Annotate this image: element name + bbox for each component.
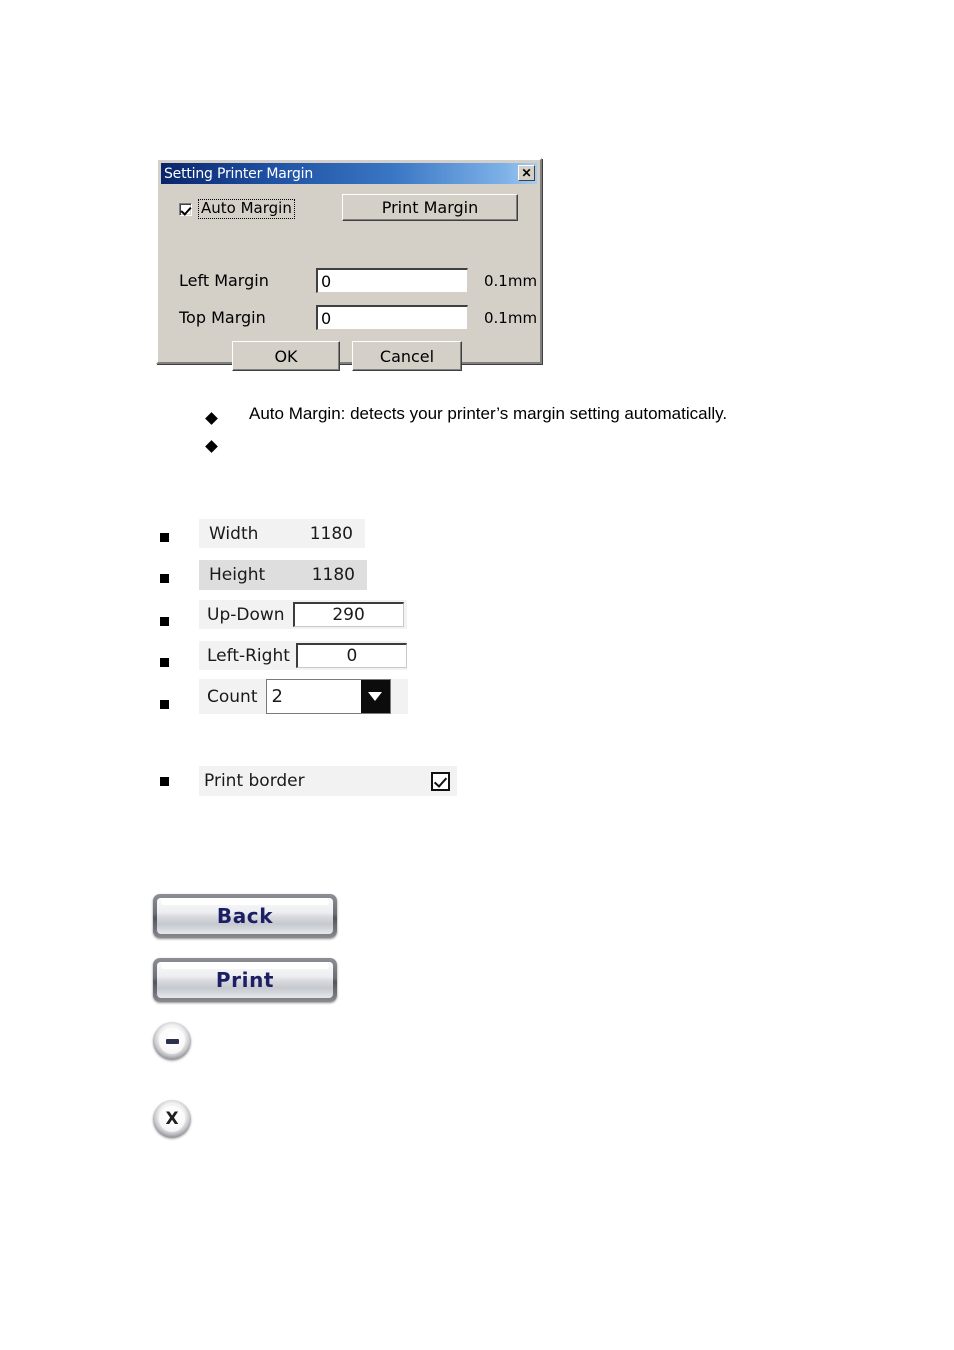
cancel-button[interactable]: Cancel	[352, 341, 462, 371]
count-value: 2	[271, 686, 283, 707]
height-value: 1180	[311, 565, 355, 585]
x-glyph-icon: X	[165, 1108, 179, 1129]
square-bullet-icon	[160, 533, 169, 542]
square-bullet-icon	[160, 777, 169, 786]
print-margin-button[interactable]: Print Margin	[342, 194, 518, 221]
back-button-label: Back	[216, 904, 274, 928]
square-bullet-icon	[160, 658, 169, 667]
width-value: 1180	[309, 523, 353, 544]
ok-button[interactable]: OK	[232, 341, 340, 371]
back-button[interactable]: Back	[153, 894, 337, 938]
left-margin-label: Left Margin	[179, 271, 269, 290]
width-field: Width 1180	[199, 519, 365, 548]
left-right-row: Left-Right 0	[199, 641, 407, 670]
print-border-label: Print border	[204, 771, 305, 791]
count-label: Count	[207, 686, 258, 707]
square-bullet-icon	[160, 617, 169, 626]
width-label: Width	[209, 523, 259, 544]
auto-margin-checkbox[interactable]	[179, 202, 192, 216]
minimize-icon-button[interactable]	[153, 1022, 191, 1060]
left-margin-input[interactable]: 0	[316, 268, 468, 293]
close-icon-button[interactable]: X	[153, 1100, 191, 1138]
note-item-1: Auto Margin: detects your printer’s marg…	[207, 404, 727, 424]
chevron-down-icon[interactable]	[360, 680, 390, 713]
print-border-row: Print border	[199, 766, 457, 796]
count-dropdown[interactable]: 2	[265, 679, 391, 714]
note-text-1: Auto Margin: detects your printer’s marg…	[249, 404, 728, 423]
minus-glyph-icon	[165, 1038, 179, 1044]
top-margin-label: Top Margin	[179, 308, 266, 327]
height-label: Height	[209, 565, 266, 585]
close-x-icon: X	[159, 1106, 185, 1132]
back-button-face: Back	[157, 898, 333, 934]
up-down-label: Up-Down	[207, 604, 285, 625]
dialog-titlebar[interactable]: Setting Printer Margin ✕	[161, 163, 537, 184]
up-down-row: Up-Down 290	[199, 600, 407, 629]
print-button[interactable]: Print	[153, 958, 337, 1002]
close-icon[interactable]: ✕	[518, 165, 535, 181]
count-row: Count 2	[199, 679, 408, 714]
setting-printer-margin-dialog: Setting Printer Margin ✕ Auto Margin Pri…	[156, 158, 542, 371]
height-field: Height 1180	[199, 560, 367, 590]
left-right-input[interactable]: 0	[295, 643, 407, 668]
print-border-checkbox[interactable]	[431, 771, 450, 791]
dialog-title: Setting Printer Margin	[164, 165, 314, 182]
dialog-body: Auto Margin Print Margin Left Margin 0 0…	[161, 186, 537, 371]
left-right-label: Left-Right	[207, 645, 290, 666]
left-margin-unit: 0.1mm	[484, 271, 538, 290]
square-bullet-icon	[160, 574, 169, 583]
minimize-icon	[159, 1028, 185, 1054]
auto-margin-label: Auto Margin	[198, 199, 295, 220]
square-bullet-icon	[160, 700, 169, 709]
top-margin-unit: 0.1mm	[484, 308, 538, 327]
top-margin-row: Top Margin 0 0.1mm	[179, 305, 537, 330]
auto-margin-row[interactable]: Auto Margin	[179, 199, 295, 220]
up-down-input[interactable]: 290	[292, 602, 404, 627]
left-margin-row: Left Margin 0 0.1mm	[179, 268, 537, 293]
top-margin-input[interactable]: 0	[316, 305, 468, 330]
print-button-label: Print	[215, 968, 275, 992]
print-button-face: Print	[157, 962, 333, 998]
